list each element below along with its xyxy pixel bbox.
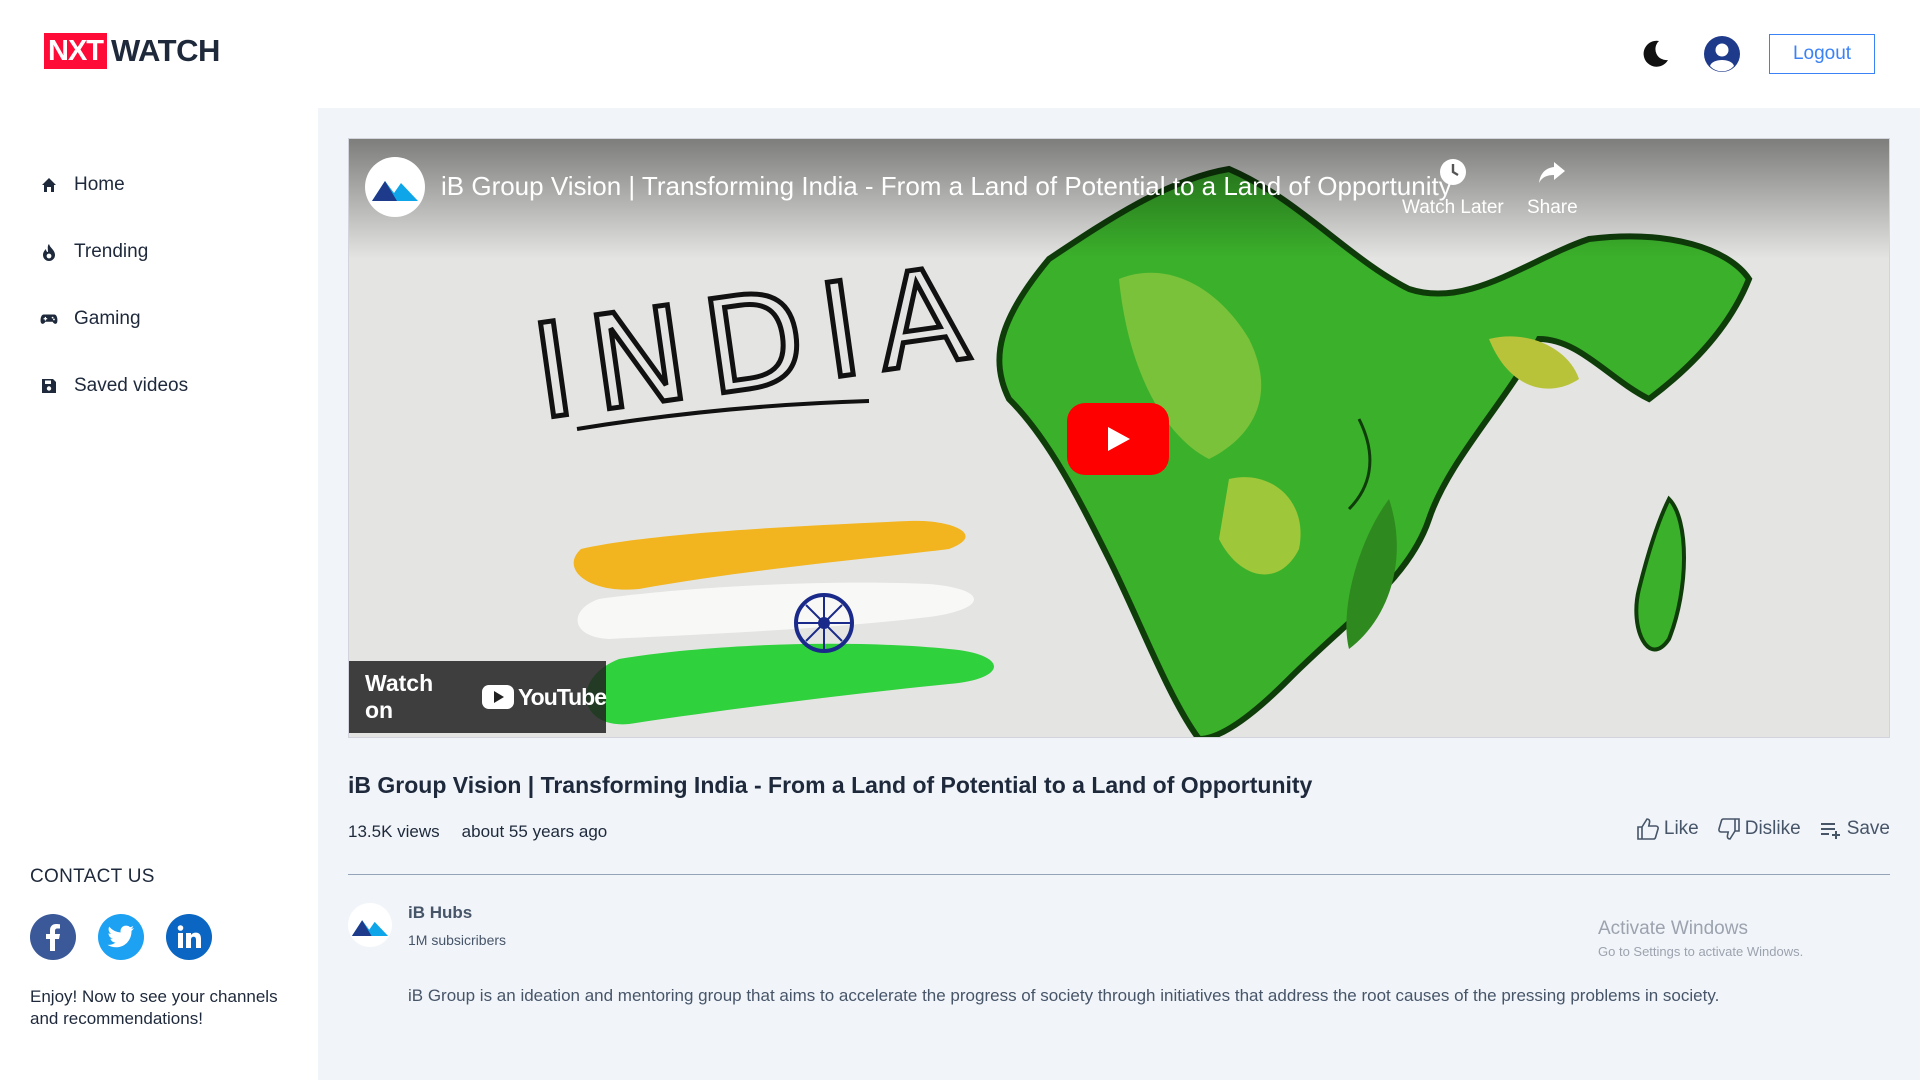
watch-later-button[interactable]: Watch Later xyxy=(1402,157,1504,219)
sidebar-item-home[interactable]: Home xyxy=(40,174,125,196)
video-title: iB Group Vision | Transforming India - F… xyxy=(348,772,1313,798)
twitter-icon[interactable] xyxy=(98,914,144,960)
logo-nxt: NXT xyxy=(44,33,107,69)
channel-name[interactable]: iB Hubs xyxy=(408,903,472,923)
contact-text: Enjoy! Now to see your channels and reco… xyxy=(30,987,278,1028)
play-button[interactable] xyxy=(1067,403,1169,475)
video-player[interactable]: INDIA iB Group Vision | Transforming Ind… xyxy=(348,138,1890,738)
profile-avatar-icon xyxy=(1704,36,1740,72)
main-content: INDIA iB Group Vision | Transforming Ind… xyxy=(318,108,1920,1080)
dislike-label: Dislike xyxy=(1744,818,1801,839)
view-count: 13.5K views xyxy=(348,822,440,841)
activate-windows-watermark: Activate Windows Go to Settings to activ… xyxy=(1598,918,1803,959)
video-meta: 13.5K views about 55 years ago xyxy=(348,822,629,842)
save-icon xyxy=(40,377,58,395)
sidebar-item-label: Home xyxy=(74,174,125,195)
activate-windows-title: Activate Windows xyxy=(1598,918,1748,939)
player-title[interactable]: iB Group Vision | Transforming India - F… xyxy=(441,171,1452,202)
header: NXT WATCH Logout xyxy=(0,0,1920,108)
sidebar-item-gaming[interactable]: Gaming xyxy=(40,308,141,330)
thumbs-up-icon xyxy=(1637,818,1659,840)
clock-icon xyxy=(1439,159,1466,185)
youtube-wordmark: YouTube xyxy=(518,683,607,710)
sidebar: Home Trending Gaming Saved videos CONTAC… xyxy=(0,108,318,1080)
gamepad-icon xyxy=(40,310,58,328)
profile-avatar[interactable] xyxy=(1703,35,1741,73)
divider xyxy=(348,874,1890,875)
theme-toggle-button[interactable] xyxy=(1637,36,1673,72)
fire-icon xyxy=(40,243,58,261)
sidebar-item-trending[interactable]: Trending xyxy=(40,241,148,263)
sidebar-item-saved-videos[interactable]: Saved videos xyxy=(40,375,188,397)
save-button[interactable]: Save xyxy=(1819,817,1890,841)
like-label: Like xyxy=(1663,818,1699,839)
video-actions: Like Dislike Save xyxy=(1618,817,1890,841)
share-label: Share xyxy=(1527,197,1578,218)
thumbs-down-icon xyxy=(1717,818,1740,840)
channel-logo[interactable] xyxy=(348,903,392,947)
published-date: about 55 years ago xyxy=(461,822,608,841)
playlist-add-icon xyxy=(1820,823,1840,839)
dislike-button[interactable]: Dislike xyxy=(1717,817,1801,841)
watch-later-label: Watch Later xyxy=(1402,197,1504,218)
logo-watch: WATCH xyxy=(111,33,220,68)
watch-on-label: Watch on xyxy=(365,670,434,723)
contact-section: CONTACT US Enjoy! Now to see your channe… xyxy=(30,866,300,1030)
subscriber-count: 1M subsicribers xyxy=(408,932,507,948)
share-arrow-icon xyxy=(1539,162,1566,183)
ib-hubs-logo-icon xyxy=(372,181,418,201)
sidebar-item-label: Saved videos xyxy=(74,375,189,396)
linkedin-icon[interactable] xyxy=(166,914,212,960)
channel-avatar[interactable] xyxy=(365,157,425,217)
activate-windows-subtitle: Go to Settings to activate Windows. xyxy=(1598,944,1804,959)
logout-button[interactable]: Logout xyxy=(1769,34,1875,74)
youtube-play-icon xyxy=(482,685,515,709)
social-links xyxy=(30,914,300,960)
contact-title: CONTACT US xyxy=(30,866,155,887)
header-actions: Logout xyxy=(1637,34,1875,74)
home-icon xyxy=(40,176,58,194)
sidebar-item-label: Trending xyxy=(74,241,149,262)
facebook-icon[interactable] xyxy=(30,914,76,960)
moon-icon xyxy=(1643,40,1668,67)
save-label: Save xyxy=(1846,818,1890,839)
ib-hubs-logo-icon xyxy=(351,920,389,936)
play-icon xyxy=(1108,427,1130,451)
like-button[interactable]: Like xyxy=(1636,817,1699,841)
video-description: iB Group is an ideation and mentoring gr… xyxy=(408,986,1720,1005)
youtube-logo: YouTube xyxy=(482,683,607,711)
share-button[interactable]: Share xyxy=(1527,157,1578,219)
watch-on-youtube-button[interactable]: Watch on YouTube xyxy=(349,661,607,733)
nxt-watch-logo[interactable]: NXT WATCH xyxy=(44,33,220,69)
sidebar-item-label: Gaming xyxy=(74,308,141,329)
